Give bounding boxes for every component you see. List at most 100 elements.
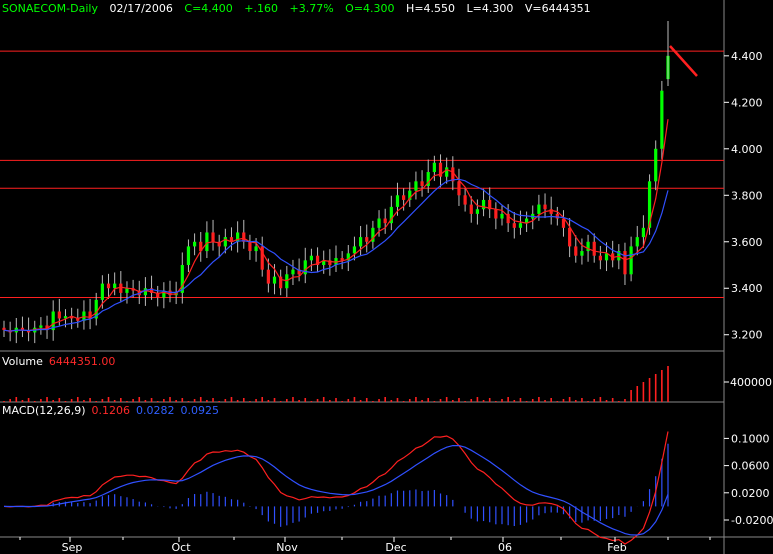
volume-bar	[70, 399, 73, 402]
x-tick-label: 06	[498, 541, 512, 554]
volume-bar	[581, 398, 583, 402]
volume-bar	[40, 399, 42, 402]
volume-bar	[427, 398, 430, 402]
volume-bar	[667, 366, 669, 402]
candle-body	[660, 90, 664, 149]
volume-bar	[3, 401, 5, 402]
volume-bar	[390, 400, 393, 402]
volume-bar	[507, 397, 509, 402]
volume-bar	[322, 397, 325, 402]
candle-body	[272, 276, 277, 284]
candle-body	[580, 251, 584, 256]
chart-window: 4.400 4.200 4.000 3.800 3.600 3.400 3.200 40000…	[0, 0, 773, 554]
volume-tick-label: 400000	[730, 376, 772, 389]
volume-bar	[150, 398, 153, 402]
volume-bar	[89, 398, 91, 402]
volume-bar	[642, 382, 645, 402]
volume-bar	[58, 398, 61, 402]
volume-panel-label: Volume 6444351.00	[2, 355, 115, 368]
volume-bar	[550, 398, 552, 402]
candle-body	[383, 218, 387, 224]
volume-bar	[218, 401, 220, 402]
candle-body	[592, 241, 596, 256]
volume-bar	[156, 401, 159, 402]
volume-bar	[636, 386, 639, 402]
volume-bar	[83, 400, 85, 402]
volume-bar	[599, 397, 602, 402]
volume-bar	[408, 399, 411, 402]
volume-bar	[439, 399, 442, 402]
candle-body	[445, 167, 449, 177]
low-label: L=4.300	[466, 2, 514, 15]
candle-body	[223, 237, 227, 247]
volume-bar	[495, 401, 497, 402]
volume-bar	[630, 390, 632, 402]
volume-bar	[544, 400, 546, 402]
candle-body	[291, 269, 295, 275]
candle-body	[574, 246, 578, 256]
date-label: 02/17/2006	[109, 2, 173, 15]
volume-bar	[212, 398, 214, 402]
candle-body	[119, 283, 123, 293]
macd-title: MACD(12,26,9)	[2, 404, 86, 417]
change-pct-label: +3.77%	[289, 2, 334, 15]
volume-bar	[304, 398, 307, 402]
candle-body	[420, 181, 424, 186]
volume-value: 6444351.00	[48, 355, 116, 368]
volume-bar	[95, 401, 98, 402]
macd-tick-label: -0.0200	[731, 514, 773, 527]
volume-bar	[33, 401, 36, 402]
volume-label: V=6444351	[524, 2, 591, 15]
volume-bar	[488, 398, 491, 402]
macd-panel-label: MACD(12,26,9) 0.1206 0.0282 0.0925	[2, 404, 219, 417]
macd-tick-label: 0.0200	[731, 487, 770, 500]
volume-bar	[574, 400, 577, 402]
volume-bar	[181, 398, 184, 402]
volume-bar	[378, 399, 380, 402]
volume-bar	[132, 399, 134, 402]
volume-bar	[445, 397, 448, 402]
candle-body	[248, 241, 252, 252]
volume-bar	[556, 401, 559, 402]
volume-bar	[624, 399, 626, 402]
candle-body	[254, 246, 258, 252]
symbol-label: SONAECOM-Daily	[2, 2, 98, 15]
volume-bar	[169, 397, 171, 402]
volume-title: Volume	[2, 355, 43, 368]
volume-bar	[341, 401, 343, 402]
trend-annotation-line	[669, 45, 698, 77]
volume-bar	[384, 397, 386, 402]
volume-bar	[353, 397, 356, 402]
volume-bar	[255, 399, 257, 402]
candle-body	[106, 283, 111, 289]
volume-bar	[273, 398, 276, 402]
volume-bar	[126, 401, 128, 402]
price-tick-label: 4.400	[731, 50, 763, 63]
candle-body	[395, 195, 400, 207]
candle-body	[377, 218, 381, 228]
candle-body	[481, 199, 486, 210]
volume-bar	[562, 399, 565, 402]
volume-bar	[199, 397, 202, 402]
volume-bar	[175, 400, 177, 402]
candle-body	[568, 227, 572, 247]
open-label: O=4.300	[345, 2, 395, 15]
x-tick-label: Nov	[276, 541, 298, 554]
volume-bar	[519, 398, 522, 402]
volume-bar	[206, 400, 208, 402]
quote-header: SONAECOM-Daily 02/17/2006 C=4.400 +.160 …	[2, 2, 599, 15]
volume-bar	[365, 398, 368, 402]
price-tick-label: 3.400	[731, 282, 763, 295]
volume-bar	[236, 400, 239, 402]
volume-bar	[513, 400, 516, 402]
candle-body	[494, 209, 498, 219]
macd-tick-label: 0.0600	[731, 460, 770, 473]
candle-body	[57, 311, 61, 319]
candle-body	[654, 148, 658, 182]
candle-body	[518, 223, 523, 228]
volume-bar	[21, 400, 24, 402]
candle-body	[555, 213, 559, 219]
volume-bar	[372, 401, 374, 402]
candle-body	[186, 246, 191, 266]
candle-body	[365, 237, 369, 242]
